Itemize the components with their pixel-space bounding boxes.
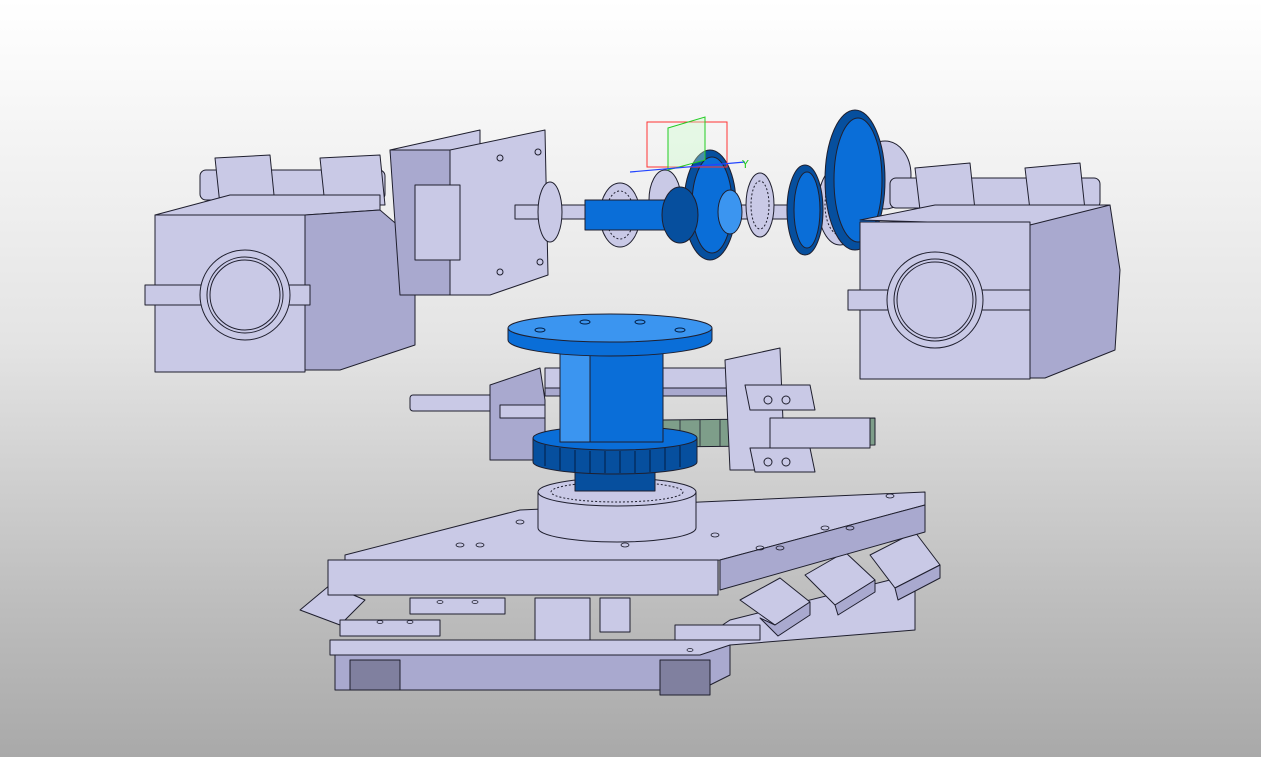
cad-3d-viewport[interactable]: Y [0,0,1261,757]
coordinate-triad-icon[interactable]: Y [629,116,749,173]
cad-model-scene[interactable]: Y [0,0,1261,757]
triad-y-label: Y [741,158,749,171]
left-gearbox-housing[interactable] [144,154,416,373]
